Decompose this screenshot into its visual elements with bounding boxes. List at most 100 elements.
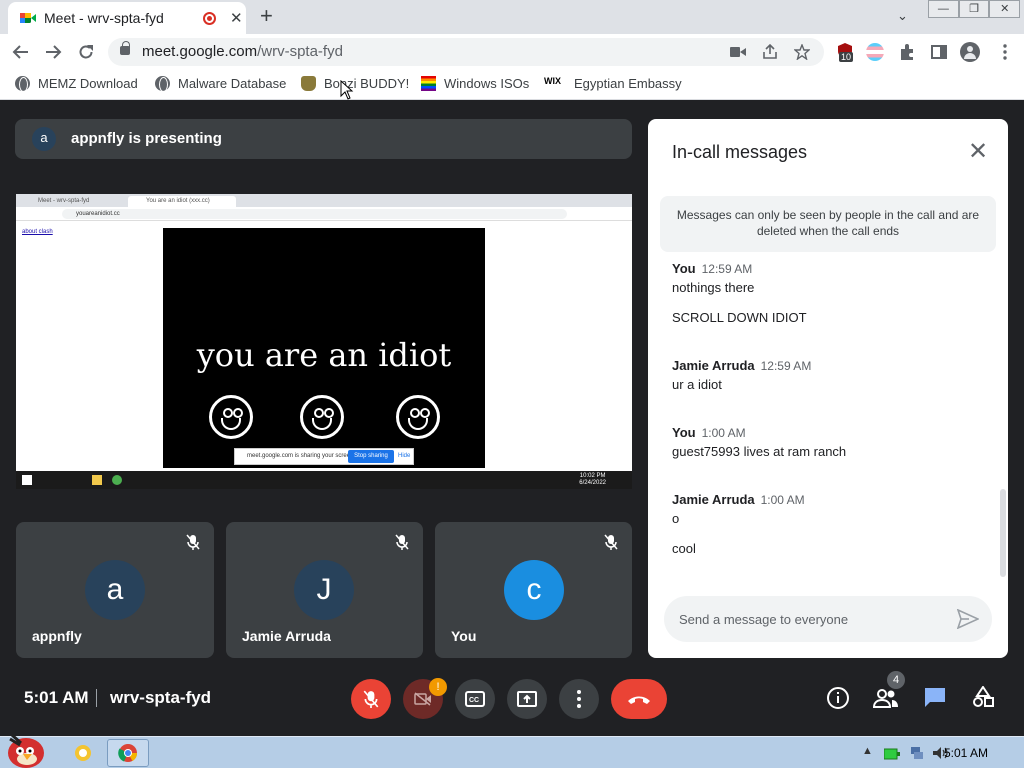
recording-icon: [203, 12, 216, 25]
stop-sharing-button[interactable]: Stop sharing: [348, 450, 394, 463]
mic-off-icon: [604, 534, 618, 550]
message-header: Jamie Arruda 1:00 AM: [672, 492, 805, 507]
tab-title: Meet - wrv-spta-fyd: [44, 10, 164, 26]
tab-search-button[interactable]: ⌄: [897, 8, 908, 24]
participant-tile-you[interactable]: c You: [435, 522, 632, 658]
bookmark-star-icon[interactable]: [794, 44, 810, 60]
smiley-icon: [396, 395, 440, 439]
chat-panel: In-call messages ✕ Messages can only be …: [648, 119, 1008, 658]
shared-tabstrip: Meet - wrv-spta-fyd You are an idiot (xx…: [16, 194, 632, 207]
trans-flag-extension-icon[interactable]: [866, 43, 884, 61]
extensions-puzzle-icon[interactable]: [898, 43, 916, 61]
hide-button[interactable]: Hide: [398, 449, 410, 464]
message-text: SCROLL DOWN IDIOT: [672, 310, 807, 325]
message-header: You 12:59 AM: [672, 261, 752, 276]
people-button[interactable]: [872, 686, 899, 712]
meet-control-bar: 5:01 AM wrv-spta-fyd ! CC 4: [0, 661, 1024, 736]
meeting-code: wrv-spta-fyd: [110, 688, 212, 707]
message-text: o: [672, 511, 680, 526]
message-header: You 1:00 AM: [672, 425, 746, 440]
meet-stage: a appnfly is presenting Meet - wrv-spta-…: [0, 101, 1024, 736]
shared-tab-idiot: You are an idiot (xxx.cc): [128, 196, 236, 207]
participant-name: You: [451, 628, 477, 644]
message-text: guest75993 lives at ram ranch: [672, 444, 847, 459]
presenter-avatar: a: [32, 127, 56, 151]
participant-tile-jamie-arruda[interactable]: J Jamie Arruda: [226, 522, 423, 658]
captions-icon: CC: [465, 691, 485, 707]
bookmark-memz[interactable]: MEMZ Download: [15, 76, 138, 92]
tab-meet[interactable]: Meet - wrv-spta-fyd ✕: [8, 2, 246, 34]
bookmark-windows-isos[interactable]: Windows ISOs: [421, 76, 529, 91]
back-button[interactable]: [12, 43, 30, 61]
activities-button[interactable]: [970, 685, 996, 712]
new-tab-button[interactable]: +: [260, 3, 273, 29]
bonzi-icon: [301, 76, 316, 91]
participant-tile-appnfly[interactable]: a appnfly: [16, 522, 214, 658]
idiot-headline: you are an idiot: [196, 336, 452, 374]
chat-button[interactable]: [922, 686, 948, 712]
presenting-text: appnfly is presenting: [71, 130, 222, 147]
battery-icon[interactable]: [884, 748, 900, 760]
taskbar-clock[interactable]: 5:01 AM: [944, 746, 988, 760]
address-bar[interactable]: meet.google.com/wrv-spta-fyd: [108, 38, 824, 66]
bookmark-egyptian-embassy[interactable]: WIX Egyptian Embassy: [544, 76, 682, 91]
shared-start-icon: [22, 475, 32, 485]
close-window-button[interactable]: ✕: [989, 0, 1021, 18]
more-options-button[interactable]: [559, 679, 599, 719]
angry-bird-start-icon[interactable]: [2, 729, 46, 768]
share-icon[interactable]: [762, 44, 778, 60]
chrome-taskbar-button[interactable]: [107, 739, 149, 767]
side-panel-icon[interactable]: [930, 43, 948, 61]
shared-screen[interactable]: Meet - wrv-spta-fyd You are an idiot (xx…: [16, 194, 632, 489]
microphone-toggle-button[interactable]: [351, 679, 391, 719]
chat-message-input[interactable]: [664, 596, 992, 642]
mic-off-icon: [186, 534, 200, 550]
message-time: 12:59 AM: [760, 359, 812, 373]
close-chat-button[interactable]: ✕: [968, 137, 988, 166]
smiley-icon: [209, 395, 253, 439]
divider: [96, 689, 97, 707]
wix-icon: WIX: [544, 76, 561, 86]
shared-folder-icon: [92, 475, 102, 485]
forward-button[interactable]: [44, 43, 62, 61]
bookmark-malware-database[interactable]: Malware Database: [155, 76, 286, 92]
send-icon[interactable]: [957, 609, 979, 629]
meeting-details-button[interactable]: [825, 686, 851, 712]
message-sender: Jamie Arruda: [672, 492, 755, 507]
message-sender: You: [672, 261, 696, 276]
activities-icon: [973, 685, 994, 707]
restore-button[interactable]: ❐: [958, 0, 990, 18]
extension-shield-icon[interactable]: 10: [836, 42, 854, 62]
captions-button[interactable]: CC: [455, 679, 495, 719]
globe-icon: [155, 76, 170, 92]
explorer-taskbar-icon[interactable]: [72, 742, 94, 764]
people-count-badge: 4: [887, 671, 905, 689]
camera-icon[interactable]: [730, 46, 746, 58]
chat-scrollbar[interactable]: [1000, 489, 1006, 577]
globe-icon: [15, 76, 30, 92]
mic-off-icon: [395, 534, 409, 550]
message-text: cool: [672, 541, 696, 556]
shared-toolbar: youareanidiot.cc: [16, 207, 632, 221]
shared-tab-meet: Meet - wrv-spta-fyd: [38, 198, 90, 204]
network-icon[interactable]: [910, 746, 924, 760]
shared-chrome-icon: [112, 475, 122, 485]
mic-off-icon: [363, 690, 379, 708]
participant-avatar: J: [294, 560, 354, 620]
message-text: ur a idiot: [672, 377, 722, 392]
leave-call-button[interactable]: [611, 679, 667, 719]
reload-button[interactable]: [77, 43, 95, 61]
tray-expand-button[interactable]: ▲: [862, 745, 873, 757]
presenting-banner: a appnfly is presenting: [15, 119, 632, 159]
browser-toolbar: meet.google.com/wrv-spta-fyd 10: [0, 34, 1024, 70]
bookmark-bonzi-buddy[interactable]: Bonzi BUDDY!: [301, 76, 409, 91]
present-now-button[interactable]: [507, 679, 547, 719]
tab-close-button[interactable]: ✕: [230, 9, 243, 27]
profile-avatar-icon[interactable]: [960, 42, 980, 62]
participant-name: Jamie Arruda: [242, 628, 331, 644]
minimize-button[interactable]: —: [928, 0, 959, 18]
menu-kebab-icon[interactable]: [996, 43, 1014, 61]
participant-avatar: a: [85, 560, 145, 620]
message-sender: You: [672, 425, 696, 440]
lock-icon: [120, 41, 130, 55]
